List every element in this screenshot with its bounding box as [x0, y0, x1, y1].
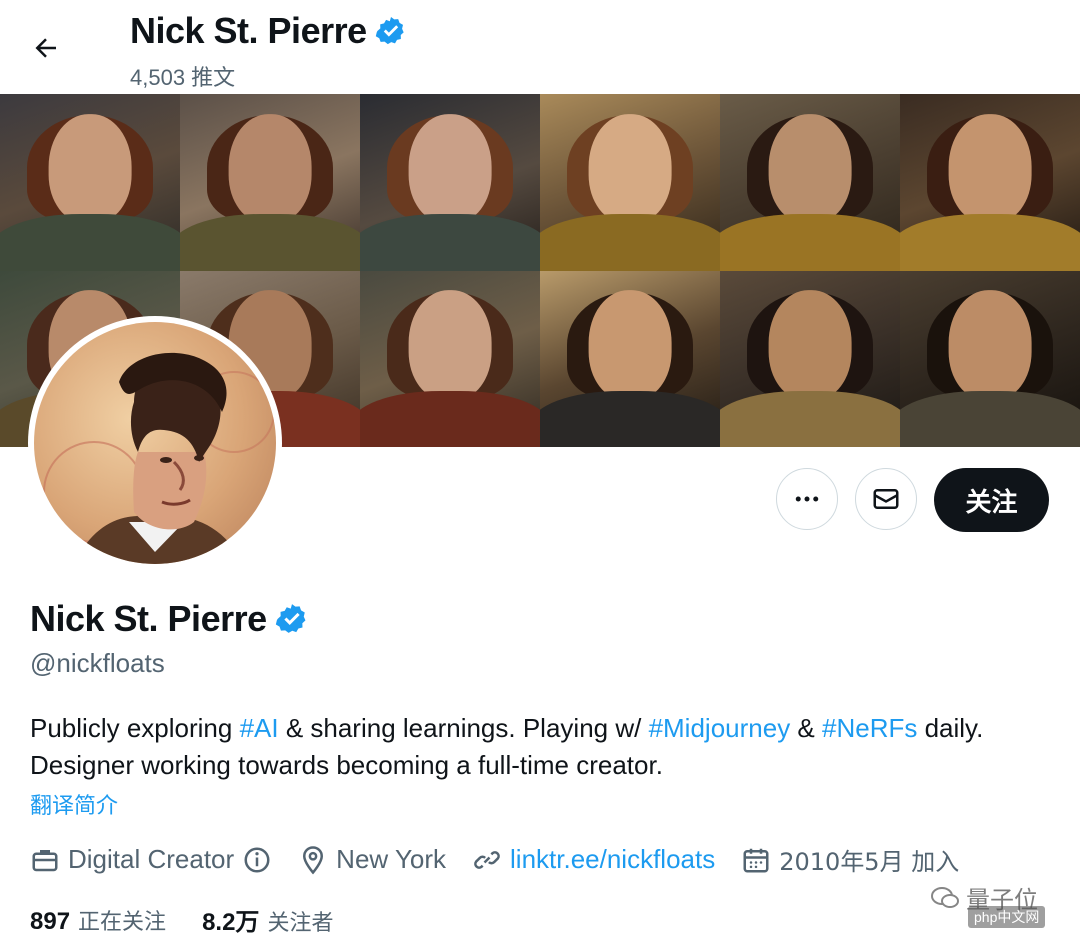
meta-website: linktr.ee/nickfloats — [472, 844, 715, 875]
bio-line-2: Designer working towards becoming a full… — [30, 750, 663, 780]
hashtag-link[interactable]: #AI — [240, 713, 279, 743]
bio-text: & — [790, 713, 822, 743]
location-pin-icon — [303, 845, 324, 874]
info-circle-icon[interactable] — [242, 845, 272, 875]
avatar[interactable] — [28, 316, 282, 570]
envelope-icon — [873, 489, 899, 509]
following-label: 正在关注 — [78, 909, 167, 935]
following-stat[interactable]: 897 正在关注 — [30, 904, 166, 936]
header-name-row: Nick St. Pierre — [130, 10, 407, 52]
link-icon — [474, 850, 500, 869]
banner-photo — [720, 270, 900, 447]
verified-badge-icon — [375, 17, 404, 45]
avatar-image — [34, 322, 276, 564]
profile-meta: Digital Creator New York linktr.ee/nickf… — [30, 842, 985, 877]
banner-photo — [900, 270, 1080, 447]
joined-text: 2010年5月 加入 — [779, 848, 960, 876]
profile-bio: Publicly exploring #AI & sharing learnin… — [30, 710, 1060, 784]
banner-photo — [900, 94, 1080, 271]
header-display-name: Nick St. Pierre — [130, 10, 367, 51]
meta-joined: 2010年5月 加入 — [741, 842, 959, 877]
message-button[interactable] — [855, 468, 917, 530]
hashtag-link[interactable]: #NeRFs — [822, 713, 917, 743]
followers-count: 8.2万 — [202, 909, 260, 936]
profile-header-bar: Nick St. Pierre 4,503 推文 — [0, 0, 1080, 94]
category-text: Digital Creator — [68, 844, 235, 874]
hashtag-link[interactable]: #Midjourney — [649, 713, 791, 743]
profile-stats: 897 正在关注 8.2万 关注者 — [30, 902, 369, 937]
arrow-left-icon — [35, 38, 56, 58]
translate-bio-link[interactable]: 翻译简介 — [30, 788, 118, 820]
followers-label: 关注者 — [267, 911, 334, 936]
briefcase-icon — [32, 849, 58, 871]
wechat-logo-icon — [931, 886, 959, 908]
banner-photo — [360, 94, 540, 271]
profile-handle: @nickfloats — [30, 648, 165, 678]
banner-photo — [180, 94, 360, 271]
banner-photo — [0, 94, 180, 271]
banner-photo — [720, 94, 900, 271]
banner-photo — [540, 270, 720, 447]
following-count: 897 — [30, 907, 71, 935]
bio-text: & sharing learnings. Playing w/ — [278, 713, 649, 743]
watermark-sub: php中文网 — [968, 906, 1046, 928]
verified-badge-icon[interactable] — [275, 602, 309, 636]
location-text: New York — [336, 844, 447, 874]
back-button[interactable] — [24, 26, 68, 70]
calendar-icon — [743, 848, 769, 872]
more-horizontal-icon — [795, 496, 819, 502]
meta-category: Digital Creator — [30, 844, 272, 875]
follow-button[interactable]: 关注 — [934, 468, 1049, 532]
profile-name-row: Nick St. Pierre — [30, 598, 309, 640]
banner-photo — [540, 94, 720, 271]
profile-display-name: Nick St. Pierre — [30, 598, 267, 639]
bio-text: Publicly exploring — [30, 713, 240, 743]
bio-line-1: Publicly exploring #AI & sharing learnin… — [30, 710, 1060, 747]
tweet-count: 4,503 推文 — [130, 65, 236, 90]
banner-photo — [360, 270, 540, 447]
followers-stat[interactable]: 8.2万 关注者 — [202, 902, 333, 937]
bio-text: daily. — [917, 713, 984, 743]
more-options-button[interactable] — [776, 468, 838, 530]
website-link[interactable]: linktr.ee/nickfloats — [510, 844, 715, 875]
meta-location: New York — [298, 844, 446, 875]
portrait-illustration — [43, 352, 275, 564]
